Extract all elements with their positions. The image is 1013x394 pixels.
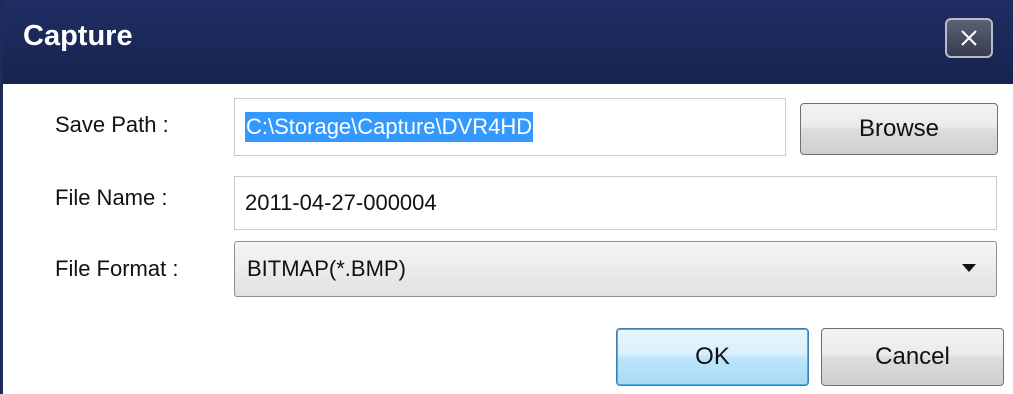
window-title: Capture <box>23 20 133 52</box>
cancel-button[interactable]: Cancel <box>821 328 1004 386</box>
file-format-select[interactable]: BITMAP(*.BMP) <box>234 241 997 297</box>
close-icon <box>961 30 977 46</box>
save-path-value: C:\Storage\Capture\DVR4HD <box>245 112 534 142</box>
file-format-label: File Format : <box>55 256 179 281</box>
file-name-value: 2011-04-27-000004 <box>245 190 437 215</box>
file-name-input[interactable]: 2011-04-27-000004 <box>234 176 997 230</box>
save-path-label: Save Path : <box>55 112 169 137</box>
save-path-input[interactable]: C:\Storage\Capture\DVR4HD <box>234 98 786 156</box>
title-bar[interactable]: Capture <box>3 0 1013 84</box>
ok-button[interactable]: OK <box>616 328 809 386</box>
file-name-label: File Name : <box>55 185 168 210</box>
file-format-value: BITMAP(*.BMP) <box>247 256 406 281</box>
chevron-down-icon[interactable] <box>962 264 976 272</box>
browse-button[interactable]: Browse <box>800 103 998 155</box>
capture-dialog: Capture Save Path : C:\Storage\Capture\D… <box>0 0 1013 394</box>
close-button[interactable] <box>945 18 993 58</box>
